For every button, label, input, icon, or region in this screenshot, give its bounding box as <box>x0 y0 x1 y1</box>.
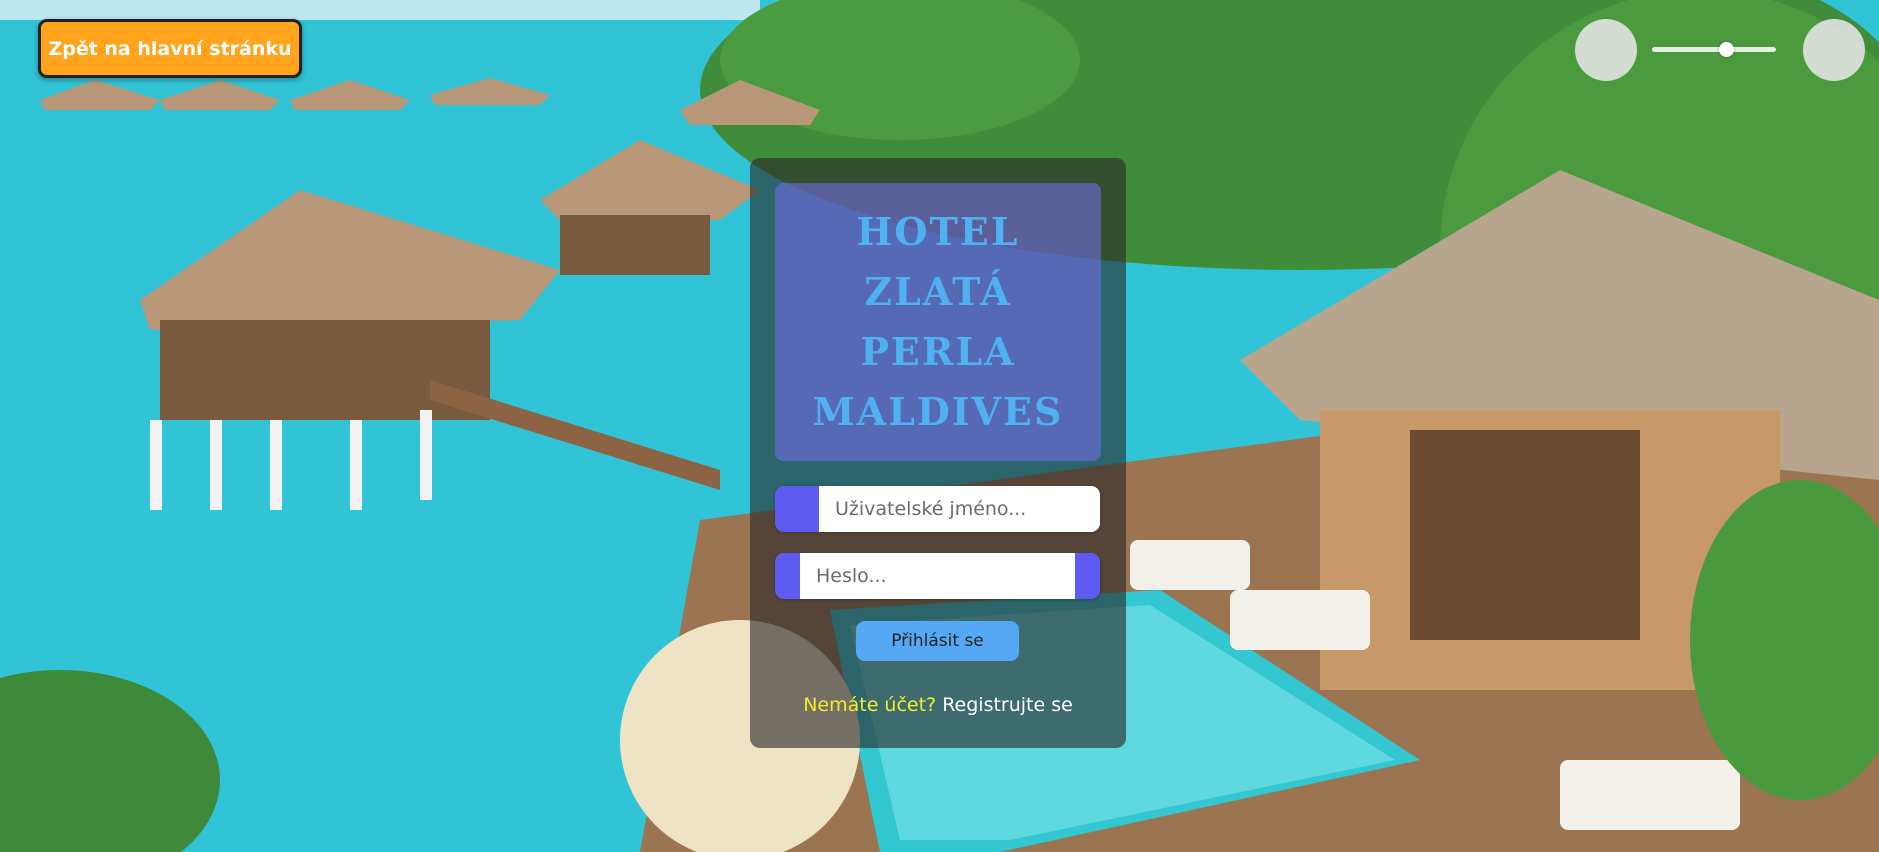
hotel-title-card: HOTEL ZLATÁ PERLA MALDIVES <box>775 183 1101 461</box>
username-input[interactable] <box>819 486 1100 532</box>
zoom-slider-thumb[interactable] <box>1718 42 1734 57</box>
zoom-in-button[interactable] <box>1803 19 1865 81</box>
register-question: Nemáte účet? <box>803 694 937 716</box>
back-to-home-button[interactable]: Zpět na hlavní stránku <box>38 19 302 78</box>
username-field <box>775 486 1100 532</box>
hotel-title-line: MALDIVES <box>812 389 1064 434</box>
register-prompt: Nemáte účet? Registrujte se <box>750 694 1126 716</box>
hotel-title-line: PERLA <box>860 329 1016 374</box>
register-link[interactable]: Registrujte se <box>942 694 1073 716</box>
show-password-eye-icon[interactable] <box>1075 553 1100 599</box>
zoom-control <box>1575 19 1865 81</box>
login-button[interactable]: Přihlásit se <box>856 621 1019 661</box>
zoom-slider-track[interactable] <box>1652 47 1776 52</box>
hotel-title-line: ZLATÁ <box>864 269 1012 314</box>
user-icon <box>775 486 819 532</box>
zoom-out-button[interactable] <box>1575 19 1637 81</box>
password-field <box>775 553 1100 599</box>
hotel-title-line: HOTEL <box>856 209 1020 254</box>
password-input[interactable] <box>800 553 1075 599</box>
lock-icon <box>775 553 800 599</box>
